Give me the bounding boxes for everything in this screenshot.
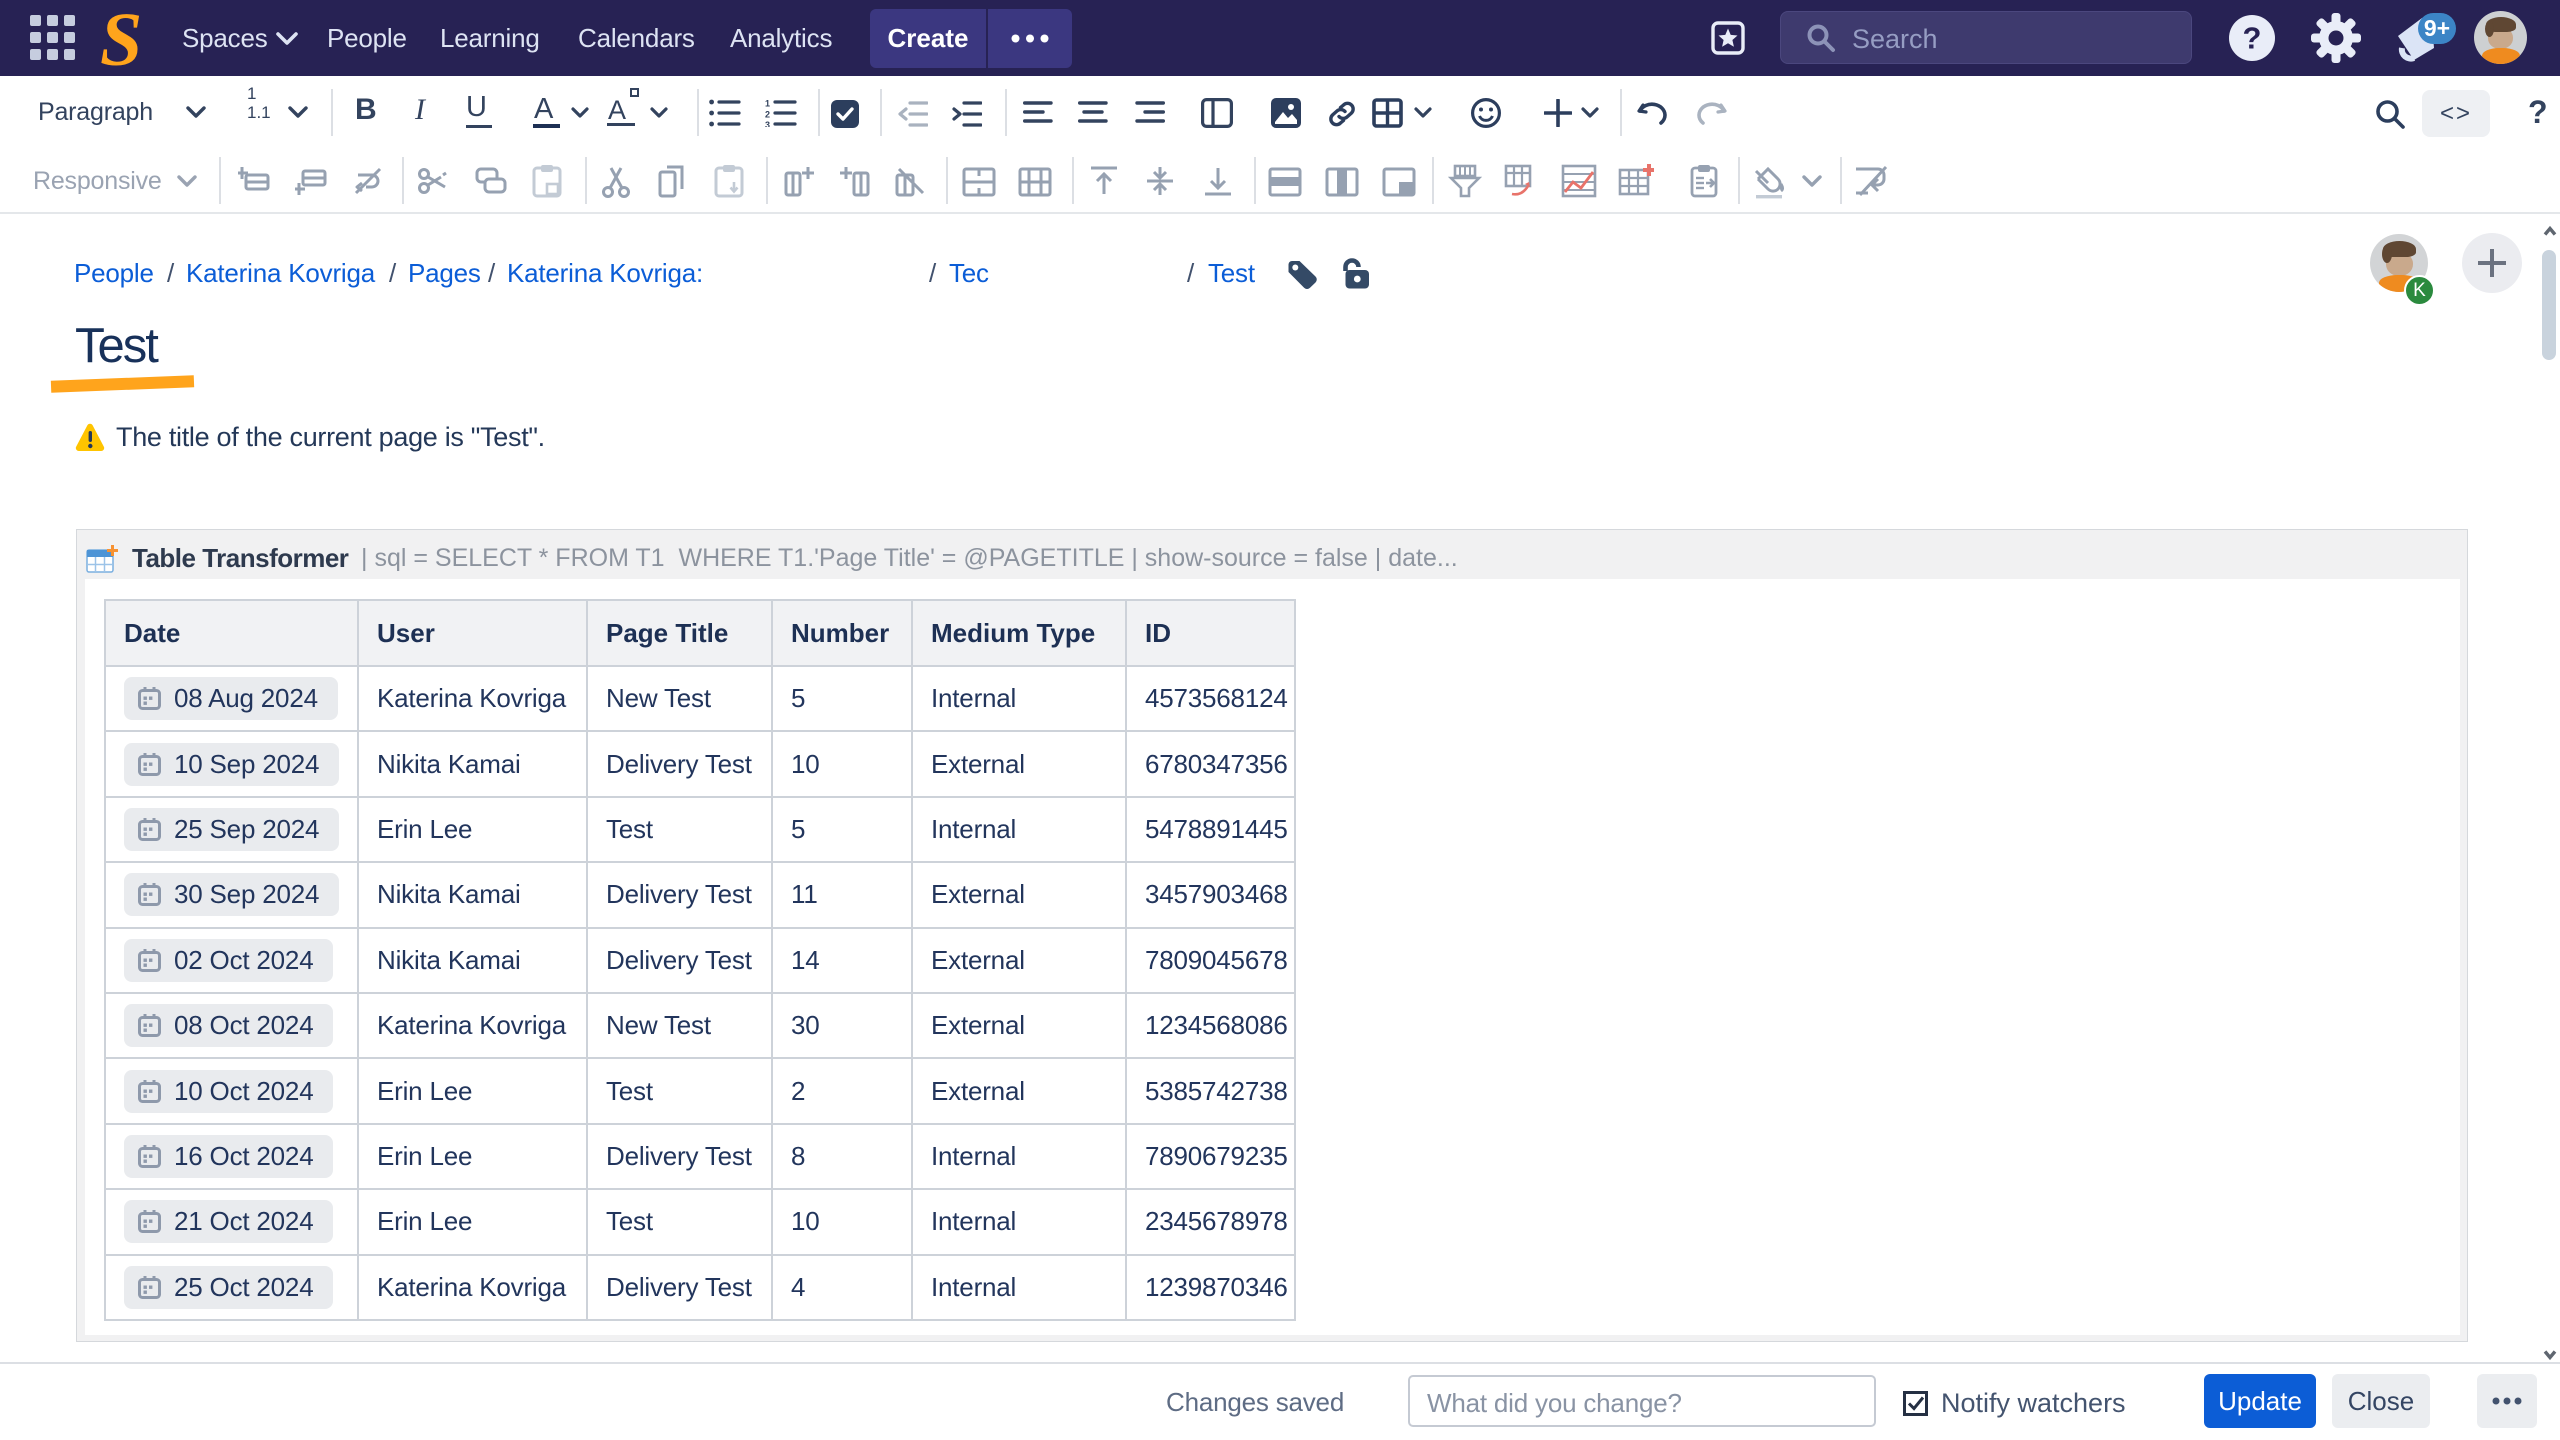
svg-text:?: ?	[2243, 21, 2262, 56]
svg-text:2: 2	[765, 110, 770, 120]
svg-text:1: 1	[765, 99, 770, 109]
svg-text:3: 3	[765, 120, 770, 127]
